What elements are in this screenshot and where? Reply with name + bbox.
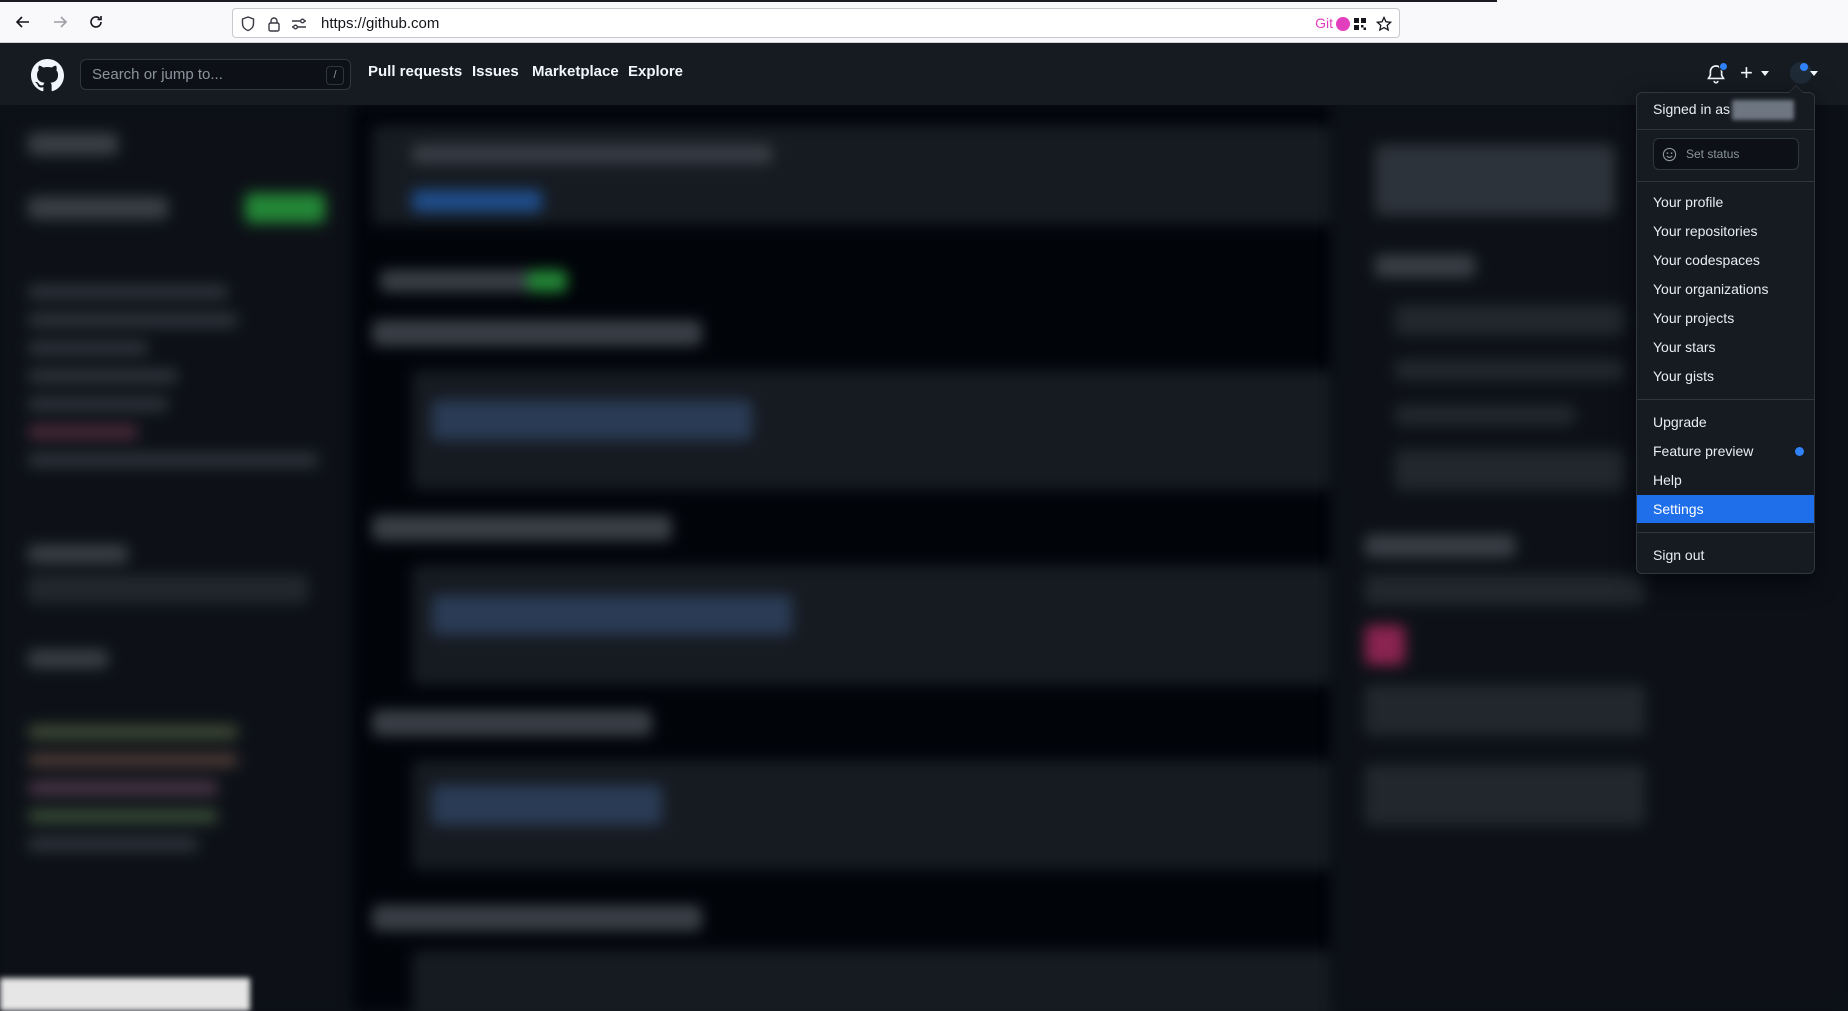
nav-explore[interactable]: Explore [628, 63, 683, 80]
smiley-icon [1662, 147, 1677, 162]
permissions-icon[interactable] [290, 15, 308, 33]
divider [1637, 181, 1814, 182]
menu-item-your-gists[interactable]: Your gists [1637, 362, 1814, 390]
github-header: Search or jump to... / Pull requests Iss… [0, 43, 1848, 105]
redacted-username [1732, 100, 1794, 120]
github-logo-icon[interactable] [31, 59, 64, 92]
signed-in-label: Signed in as [1653, 101, 1731, 117]
feature-preview-label: Feature preview [1653, 443, 1754, 459]
create-new-plus-icon[interactable]: + [1740, 60, 1753, 86]
menu-item-upgrade[interactable]: Upgrade [1637, 408, 1814, 436]
address-bar[interactable]: https://github.com Git [232, 8, 1400, 38]
reload-icon[interactable] [85, 11, 107, 33]
set-status-button[interactable]: Set status [1653, 138, 1799, 170]
menu-item-settings[interactable]: Settings [1637, 495, 1814, 523]
divider [1637, 399, 1814, 400]
divider [1637, 532, 1814, 533]
dashboard-background [0, 105, 1848, 1011]
user-avatar[interactable] [1790, 62, 1812, 84]
menu-item-your-organizations[interactable]: Your organizations [1637, 275, 1814, 303]
menu-item-your-stars[interactable]: Your stars [1637, 333, 1814, 361]
status-bar-blurred [0, 978, 250, 1011]
lock-icon[interactable] [265, 15, 283, 33]
new-feature-dot-icon [1795, 447, 1804, 456]
search-input[interactable]: Search or jump to... / [80, 59, 351, 90]
bookmark-star-icon[interactable] [1375, 15, 1393, 33]
menu-item-sign-out[interactable]: Sign out [1637, 541, 1814, 569]
divider [1637, 129, 1814, 130]
back-icon[interactable] [12, 11, 34, 33]
set-status-label: Set status [1686, 147, 1740, 161]
menu-item-your-projects[interactable]: Your projects [1637, 304, 1814, 332]
nav-pull-requests[interactable]: Pull requests [368, 63, 462, 80]
menu-item-your-codespaces[interactable]: Your codespaces [1637, 246, 1814, 274]
notification-indicator [1719, 62, 1728, 71]
tab-strip-edge [0, 0, 1497, 2]
nav-marketplace[interactable]: Marketplace [532, 63, 619, 80]
extension-grid-icon[interactable] [1351, 15, 1369, 33]
git-extension-label[interactable]: Git [1315, 15, 1333, 31]
forward-icon[interactable] [49, 11, 71, 33]
shield-icon[interactable] [239, 15, 257, 33]
menu-item-help[interactable]: Help [1637, 466, 1814, 494]
user-dropdown-menu: Signed in as Set status Your profile You… [1636, 85, 1815, 574]
browser-toolbar: https://github.com Git [0, 0, 1848, 43]
search-placeholder: Search or jump to... [92, 66, 223, 83]
menu-item-feature-preview[interactable]: Feature preview [1637, 437, 1814, 465]
url-text[interactable]: https://github.com [321, 15, 439, 32]
feed-blurred [352, 105, 1332, 1011]
menu-item-your-profile[interactable]: Your profile [1637, 188, 1814, 216]
left-sidebar-blurred [0, 105, 350, 1011]
user-menu-caret-icon[interactable] [1810, 71, 1818, 76]
search-shortcut-badge: / [326, 66, 344, 85]
git-extension-icon[interactable] [1336, 17, 1350, 31]
create-new-caret-icon[interactable] [1761, 71, 1769, 76]
nav-issues[interactable]: Issues [472, 63, 519, 80]
menu-item-your-repositories[interactable]: Your repositories [1637, 217, 1814, 245]
